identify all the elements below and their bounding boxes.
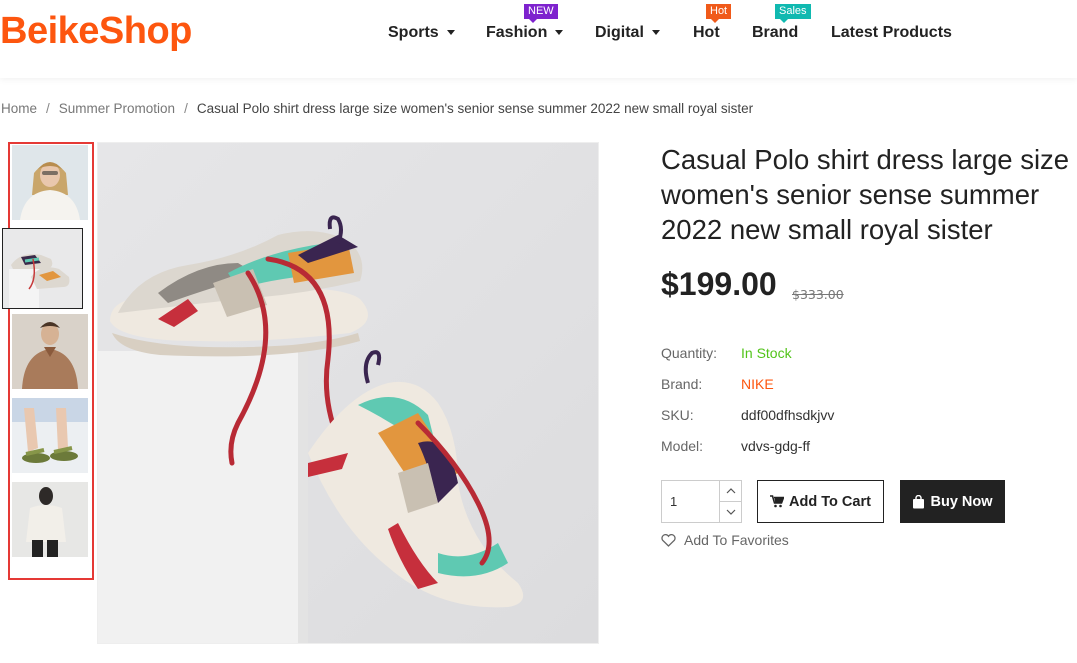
brand-value[interactable]: NIKE xyxy=(741,376,774,392)
model-label: Model: xyxy=(661,438,704,454)
product-old-price: $333.00 xyxy=(792,287,844,302)
product-title: Casual Polo shirt dress large size women… xyxy=(661,144,1070,245)
sandals-photo xyxy=(12,398,88,473)
new-badge-label: NEW xyxy=(528,5,554,17)
add-to-cart-label: Add To Cart xyxy=(789,493,871,510)
sku-label: SKU: xyxy=(661,407,694,423)
thumbnail-list xyxy=(2,142,94,580)
breadcrumb-home[interactable]: Home xyxy=(1,101,37,116)
cart-icon xyxy=(770,495,785,508)
quantity-input[interactable] xyxy=(662,481,720,522)
breadcrumb-current: Casual Polo shirt dress large size women… xyxy=(196,101,754,116)
sku-value: ddf00dfhsdkjvv xyxy=(741,407,835,423)
breadcrumb-separator: / xyxy=(184,101,188,116)
nav-item-latest-products[interactable]: Latest Products xyxy=(831,24,952,42)
brand-label: Brand: xyxy=(661,376,703,392)
nav-label-latest-products: Latest Products xyxy=(831,24,952,41)
product-main-image[interactable] xyxy=(97,142,599,644)
nav-label-brand: Brand xyxy=(752,24,799,41)
site-logo[interactable]: BeikeShop xyxy=(0,10,192,53)
buy-now-button[interactable]: Buy Now xyxy=(900,480,1005,523)
quantity-increase-button[interactable] xyxy=(720,481,742,502)
nav-item-hot[interactable]: Hot Hot xyxy=(693,4,732,42)
man-white-tshirt-photo xyxy=(12,482,88,557)
breadcrumb-separator: / xyxy=(46,101,50,116)
thumbnail-3[interactable] xyxy=(12,314,88,389)
breadcrumb: Home / Summer Promotion / Casual Polo shirt … xyxy=(1,101,753,116)
nav-item-fashion[interactable]: NEW Fashion xyxy=(486,4,564,42)
buy-now-label: Buy Now xyxy=(930,493,993,510)
chevron-down-icon xyxy=(726,509,736,515)
shopping-bag-icon xyxy=(913,494,925,508)
stock-status: In Stock xyxy=(741,345,792,361)
nav-item-sports[interactable]: Sports xyxy=(388,24,455,42)
sneakers-photo xyxy=(3,229,82,308)
man-brown-coat-photo xyxy=(12,314,88,389)
thumbnail-2-selected[interactable] xyxy=(2,228,83,309)
add-to-cart-button[interactable]: Add To Cart xyxy=(757,480,884,523)
thumbnail-4[interactable] xyxy=(12,398,88,473)
sales-badge: Sales xyxy=(775,4,811,23)
woman-white-sweater-photo xyxy=(12,145,88,220)
nav-item-brand[interactable]: Sales Brand xyxy=(752,4,811,42)
hot-badge: Hot xyxy=(706,4,732,23)
nav-label-sports: Sports xyxy=(388,24,439,41)
quantity-label: Quantity: xyxy=(661,345,718,361)
hot-badge-label: Hot xyxy=(710,5,728,17)
chevron-up-icon xyxy=(726,487,736,494)
chevron-down-icon xyxy=(651,30,660,36)
nav-label-fashion: Fashion xyxy=(486,24,548,41)
nav-item-digital[interactable]: Digital xyxy=(595,24,660,42)
thumbnail-1[interactable] xyxy=(12,145,88,220)
quantity-decrease-button[interactable] xyxy=(720,502,742,523)
thumbnail-5[interactable] xyxy=(12,482,88,557)
add-to-favorites-label: Add To Favorites xyxy=(684,532,789,548)
chevron-down-icon xyxy=(555,30,564,36)
quantity-stepper xyxy=(661,480,742,523)
breadcrumb-category[interactable]: Summer Promotion xyxy=(59,101,175,116)
nav-label-digital: Digital xyxy=(595,24,644,41)
model-value: vdvs-gdg-ff xyxy=(741,438,810,454)
product-price: $199.00 xyxy=(661,266,777,302)
add-to-favorites-button[interactable]: Add To Favorites xyxy=(661,532,789,548)
sneakers-photo xyxy=(98,143,598,643)
heart-icon xyxy=(661,533,676,547)
chevron-down-icon xyxy=(446,30,455,36)
site-header: BeikeShop Sports NEW Fashion Digital Hot… xyxy=(0,0,1077,78)
sales-badge-label: Sales xyxy=(779,5,807,17)
logo-text: BeikeShop xyxy=(0,10,192,52)
new-badge: NEW xyxy=(524,4,558,23)
nav-label-hot: Hot xyxy=(693,24,720,41)
